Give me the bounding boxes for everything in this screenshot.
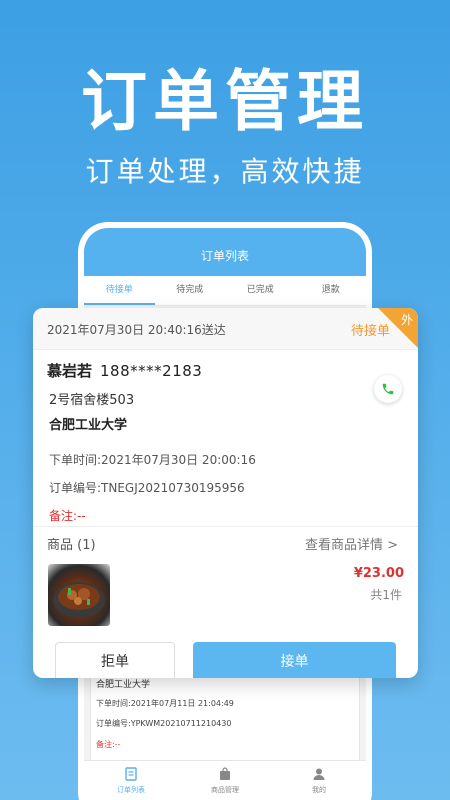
- delivery-address: 2号宿舍楼503: [49, 393, 135, 408]
- order-list-icon: [125, 767, 137, 781]
- nav-mine-label: 我的: [312, 786, 326, 794]
- customer-info: 慕岩若 188****2183: [47, 360, 202, 381]
- order-card: 2021年07月30日 20:40:16送达 待接单 外 慕岩若 188****2…: [33, 308, 418, 678]
- nav-order-list-label: 订单列表: [117, 786, 145, 794]
- phone-tabs: 待接单 待完成 已完成 退款: [84, 276, 366, 306]
- view-goods-details-link[interactable]: 查看商品详情 >: [305, 534, 398, 553]
- tab-completed[interactable]: 已完成: [225, 276, 296, 305]
- delivery-location: 合肥工业大学: [49, 418, 128, 433]
- tab-pending[interactable]: 待接单: [84, 276, 155, 305]
- user-icon: [313, 768, 325, 780]
- nav-order-list[interactable]: 订单列表: [84, 761, 178, 800]
- background-order-time-text: 下单时间:2021年07月11日 21:04:49: [96, 699, 234, 708]
- reject-order-button[interactable]: 拒单: [55, 642, 175, 678]
- order-number: 订单编号:TNEGJ20210730195956: [49, 481, 245, 495]
- nav-goods-management[interactable]: 商品管理: [178, 761, 272, 800]
- background-order-number: 订单编号:YPKWM20210711210430: [96, 719, 232, 728]
- takeout-corner-label: 外: [400, 313, 413, 327]
- tab-refund[interactable]: 退款: [296, 276, 367, 305]
- phone-header-title: 订单列表: [84, 228, 366, 276]
- order-time: 下单时间:2021年07月30日 20:00:16: [49, 453, 256, 467]
- goods-price: ¥23.00: [353, 566, 404, 581]
- customer-name: 慕岩若: [47, 362, 93, 380]
- order-remark: 备注:--: [49, 509, 86, 523]
- tab-to-complete[interactable]: 待完成: [155, 276, 226, 305]
- bag-icon: [220, 767, 230, 780]
- background-order-location-visible: 合肥工业大学: [96, 680, 151, 690]
- customer-phone: 188****2183: [100, 362, 203, 380]
- goods-quantity: 共1件: [370, 588, 402, 602]
- nav-goods-management-label: 商品管理: [211, 786, 239, 794]
- bottom-nav: 订单列表 商品管理 我的: [84, 760, 366, 800]
- divider: [33, 526, 418, 527]
- deliver-time: 2021年07月30日 20:40:16送达: [47, 323, 226, 337]
- accept-order-button[interactable]: 接单: [193, 642, 396, 678]
- hero-subtitle: 订单处理，高效快捷: [85, 155, 365, 188]
- nav-mine[interactable]: 我的: [272, 761, 366, 800]
- goods-count-title: 商品 (1): [47, 538, 96, 553]
- hero-title: 订单管理: [81, 63, 369, 140]
- goods-image: [48, 564, 110, 626]
- order-card-header: 2021年07月30日 20:40:16送达 待接单 外: [33, 308, 418, 350]
- background-order-remark: 备注:--: [96, 740, 121, 749]
- phone-call-icon: [382, 383, 394, 395]
- call-button[interactable]: [374, 375, 402, 403]
